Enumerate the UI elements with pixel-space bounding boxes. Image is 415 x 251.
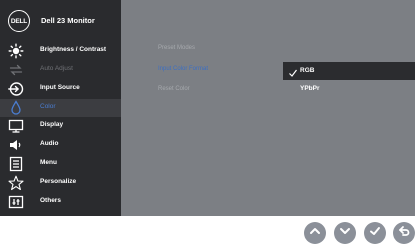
menu-item-others[interactable]: Others xyxy=(0,193,121,211)
input-source-icon xyxy=(8,81,24,97)
monitor-title: Dell 23 Monitor xyxy=(41,16,95,25)
osd-window: DELL Dell 23 Monitor Brightness / Contra… xyxy=(0,0,415,216)
menu-item-label: Audio xyxy=(40,140,59,147)
star-icon xyxy=(8,175,24,191)
menu-item-label: Auto Adjust xyxy=(40,65,73,72)
submenu-preset-modes[interactable]: Preset Modes xyxy=(158,45,195,51)
option-label: YPbPr xyxy=(300,85,320,92)
menu-item-display[interactable]: Display xyxy=(0,117,121,135)
submenu-reset-color[interactable]: Reset Color xyxy=(158,86,190,92)
checkmark-icon xyxy=(368,224,382,243)
submenu-input-color-format[interactable]: Input Color Format xyxy=(158,66,208,72)
menu-item-menu[interactable]: Menu xyxy=(0,155,121,173)
menu-item-auto-adjust[interactable]: Auto Adjust xyxy=(0,61,121,79)
osd-header: DELL Dell 23 Monitor xyxy=(0,0,121,42)
menu-item-brightness-contrast[interactable]: Brightness / Contrast xyxy=(0,42,121,60)
menu-item-label: Personalize xyxy=(40,178,77,185)
menu-item-input-source[interactable]: Input Source xyxy=(0,80,121,98)
chevron-down-icon xyxy=(338,224,352,243)
option-rgb[interactable]: RGB xyxy=(283,62,415,80)
menu-list-icon xyxy=(8,156,24,172)
back-button[interactable] xyxy=(393,222,415,244)
menu-item-label: Others xyxy=(40,197,61,204)
menu-item-color[interactable]: Color xyxy=(0,99,121,117)
back-arrow-icon xyxy=(397,224,411,243)
option-label: RGB xyxy=(300,67,315,74)
menu-item-audio[interactable]: Audio xyxy=(0,136,121,154)
speaker-icon xyxy=(8,137,24,153)
checkmark-icon xyxy=(288,65,298,77)
color-drop-icon xyxy=(8,100,24,116)
auto-adjust-icon xyxy=(8,62,24,78)
menu-item-label: Input Source xyxy=(40,84,80,91)
down-button[interactable] xyxy=(334,222,356,244)
chevron-up-icon xyxy=(308,224,322,243)
dell-logo-text: DELL xyxy=(10,17,28,25)
up-button[interactable] xyxy=(304,222,326,244)
sun-icon xyxy=(8,43,24,59)
menu-item-personalize[interactable]: Personalize xyxy=(0,174,121,192)
osd-sidebar: DELL Dell 23 Monitor Brightness / Contra… xyxy=(0,0,121,216)
dell-logo: DELL xyxy=(8,10,30,32)
options-panel: RGB YPbPr xyxy=(283,62,415,98)
menu-item-label: Brightness / Contrast xyxy=(40,46,107,53)
option-ypbpr[interactable]: YPbPr xyxy=(283,80,415,98)
others-icon xyxy=(8,194,24,210)
menu-item-label: Display xyxy=(40,121,64,128)
display-icon xyxy=(8,118,24,134)
menu-item-label: Color xyxy=(40,103,56,110)
confirm-button[interactable] xyxy=(364,222,386,244)
menu-item-label: Menu xyxy=(40,159,57,166)
